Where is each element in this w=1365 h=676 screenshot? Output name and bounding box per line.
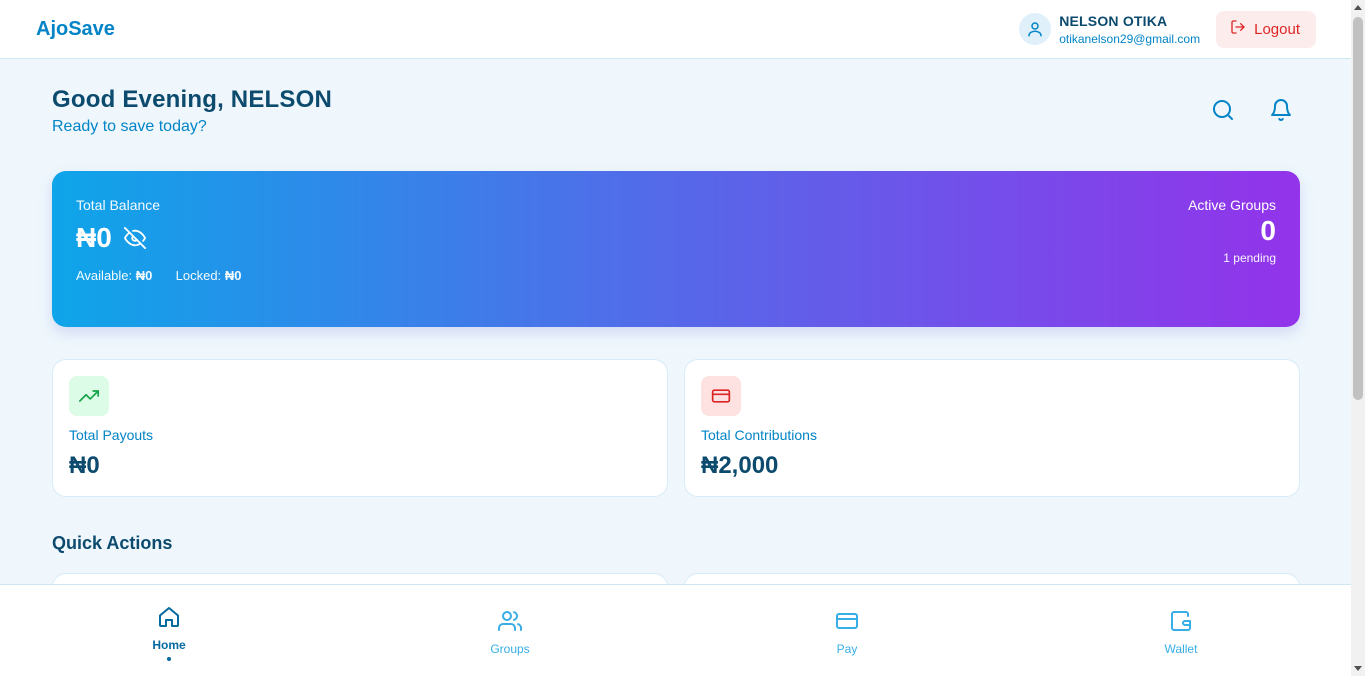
nav-item-pay[interactable]: Pay <box>787 609 907 656</box>
logout-icon <box>1230 19 1246 39</box>
scroll-thumb[interactable] <box>1353 17 1363 400</box>
user-email: otikanelson29@gmail.com <box>1059 31 1201 46</box>
scrollbar[interactable] <box>1351 0 1365 676</box>
nav-label: Pay <box>836 642 858 656</box>
users-icon <box>498 609 522 638</box>
home-icon <box>157 605 181 634</box>
search-icon[interactable] <box>1210 97 1236 123</box>
user-avatar-icon[interactable] <box>1019 13 1052 45</box>
stat-label: Total Contributions <box>701 427 817 443</box>
greeting-subtitle: Ready to save today? <box>52 118 207 135</box>
stat-label: Total Payouts <box>69 427 154 443</box>
balance-amount: ₦0 <box>76 222 112 253</box>
nav-item-wallet[interactable]: Wallet <box>1121 609 1241 656</box>
available-value: ₦0 <box>135 268 153 283</box>
credit-card-icon <box>835 609 859 638</box>
active-groups-count: 0 <box>1260 215 1276 246</box>
header-actions <box>1210 97 1294 123</box>
user-name: NELSON OTIKA <box>1059 12 1168 29</box>
balance-breakdown: Available: ₦0 Locked: ₦0 <box>76 268 241 283</box>
total-payouts-card[interactable]: Total Payouts ₦0 <box>52 359 668 497</box>
balance-card: Total Balance ₦0 Available: ₦0 Locked: ₦… <box>52 171 1300 327</box>
greeting-title: Good Evening, NELSON <box>52 86 333 113</box>
wallet-icon <box>1169 609 1193 638</box>
logout-label: Logout <box>1254 20 1300 38</box>
user-area: NELSON OTIKA otikanelson29@gmail.com Log… <box>1019 10 1316 48</box>
bell-icon[interactable] <box>1268 97 1294 123</box>
active-groups-label: Active Groups <box>1188 197 1276 213</box>
balance-label: Total Balance <box>76 197 161 213</box>
scroll-up-icon[interactable] <box>1354 5 1362 10</box>
quick-actions-title: Quick Actions <box>52 533 173 553</box>
available-label: Available: <box>76 268 133 283</box>
greeting: Good Evening, NELSON Ready to save today… <box>52 86 332 136</box>
scroll-down-icon[interactable] <box>1354 666 1362 671</box>
stat-value: ₦2,000 <box>701 452 779 479</box>
eye-off-icon[interactable] <box>123 227 146 249</box>
nav-item-groups[interactable]: Groups <box>450 609 570 656</box>
pending-count: 1 pending <box>1223 251 1276 265</box>
user-info: NELSON OTIKA otikanelson29@gmail.com <box>1059 13 1200 46</box>
locked-label: Locked: <box>175 268 222 283</box>
logout-button[interactable]: Logout <box>1216 10 1316 48</box>
nav-label: Home <box>152 638 186 652</box>
nav-item-home[interactable]: Home <box>109 605 229 661</box>
active-indicator <box>167 657 171 661</box>
total-contributions-card[interactable]: Total Contributions ₦2,000 <box>684 359 1300 497</box>
active-groups: Active Groups 0 1 pending <box>1188 197 1276 265</box>
nav-label: Wallet <box>1164 642 1198 656</box>
locked-value: ₦0 <box>224 268 242 283</box>
bottom-nav: Home Groups Pay Wallet <box>0 584 1351 676</box>
top-header: AjoSave NELSON OTIKA otikanelson29@gmail… <box>0 0 1351 59</box>
credit-card-icon <box>701 376 741 416</box>
trending-up-icon <box>69 376 109 416</box>
brand-logo[interactable]: AjoSave <box>36 18 115 41</box>
nav-label: Groups <box>490 642 530 656</box>
stat-value: ₦0 <box>69 452 100 479</box>
total-balance: Total Balance ₦0 Available: ₦0 Locked: ₦… <box>76 197 241 283</box>
